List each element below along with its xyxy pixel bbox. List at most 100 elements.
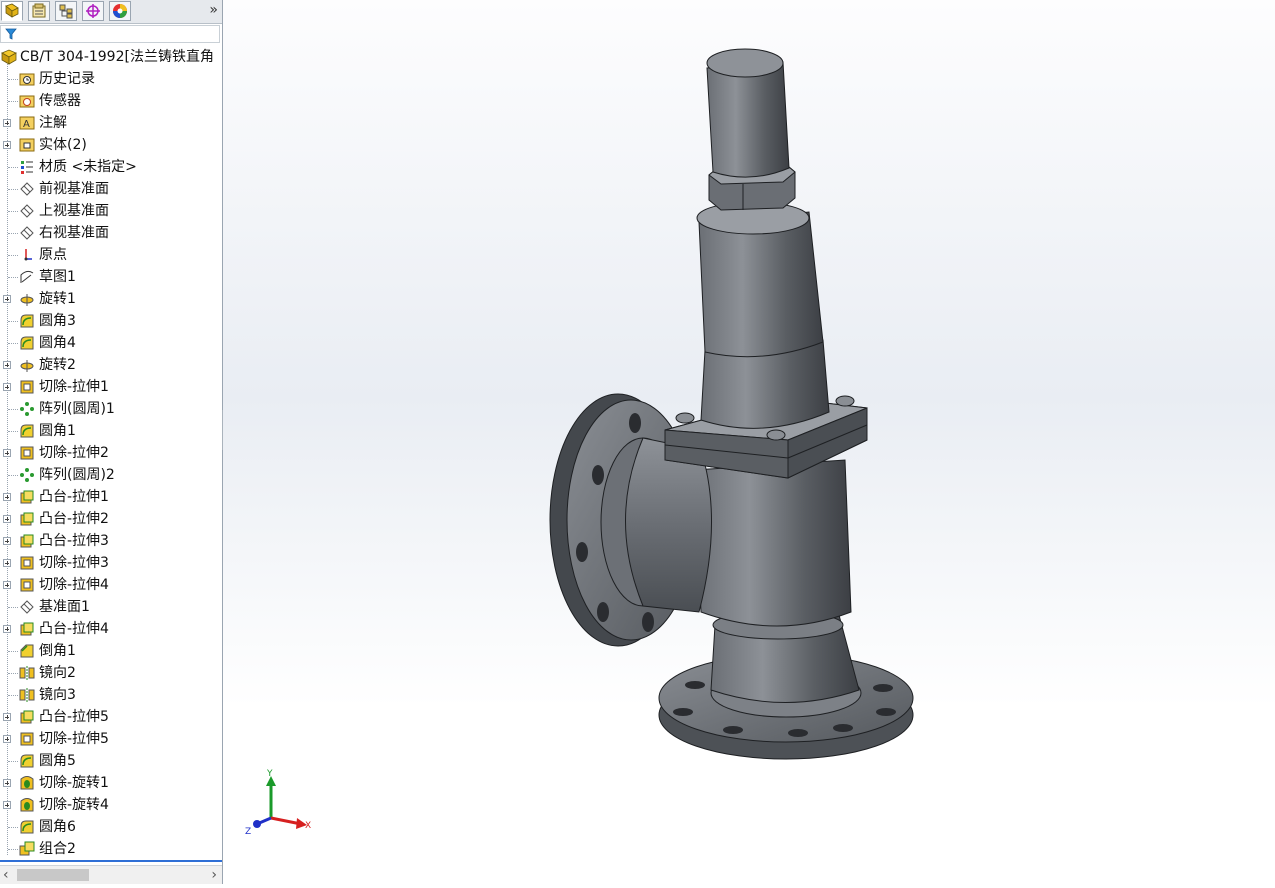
tree-item[interactable]: 镜向3 bbox=[0, 684, 222, 706]
tree-item[interactable]: 实体(2) bbox=[0, 134, 222, 156]
graphics-viewport[interactable]: Y X Z bbox=[223, 0, 1275, 884]
tree-item[interactable]: 圆角6 bbox=[0, 816, 222, 838]
feature-manager-panel: » CB/T 304-1992[法兰铸铁直角 历史记录 传感器 A 注解实体(2) 材质… bbox=[0, 0, 223, 884]
tab-configuration-manager[interactable] bbox=[55, 1, 77, 21]
expand-toggle-icon[interactable] bbox=[3, 295, 11, 303]
tree-item[interactable]: 倒角1 bbox=[0, 640, 222, 662]
tree-item-label: 原点 bbox=[39, 247, 67, 263]
expand-toggle-icon[interactable] bbox=[3, 449, 11, 457]
tree-connector bbox=[8, 233, 18, 234]
tree-item[interactable]: 旋转2 bbox=[0, 354, 222, 376]
tree-item[interactable]: 切除-拉伸4 bbox=[0, 574, 222, 596]
history-folder-icon bbox=[19, 73, 35, 86]
tree-item-label: 圆角1 bbox=[39, 423, 76, 439]
tree-item[interactable]: 上视基准面 bbox=[0, 200, 222, 222]
boss-extrude-icon bbox=[20, 534, 34, 548]
tree-item[interactable]: 切除-拉伸5 bbox=[0, 728, 222, 750]
tree-item[interactable]: 凸台-拉伸4 bbox=[0, 618, 222, 640]
expand-toggle-icon[interactable] bbox=[3, 559, 11, 567]
tree-item-label: 组合2 bbox=[39, 841, 76, 857]
tree-item[interactable]: 基准面1 bbox=[0, 596, 222, 618]
tree-item[interactable]: 旋转1 bbox=[0, 288, 222, 310]
tree-item-label: 切除-拉伸2 bbox=[39, 445, 109, 461]
expand-toggle-icon[interactable] bbox=[3, 141, 11, 149]
tree-connector bbox=[8, 321, 18, 322]
tab-display-manager[interactable] bbox=[109, 1, 131, 21]
configuration-manager-icon bbox=[59, 4, 73, 19]
tree-item[interactable]: 材质 <未指定> bbox=[0, 156, 222, 178]
tree-item[interactable]: 前视基准面 bbox=[0, 178, 222, 200]
display-manager-icon bbox=[113, 4, 127, 18]
tree-item[interactable]: 凸台-拉伸1 bbox=[0, 486, 222, 508]
scroll-left-icon[interactable]: ‹ bbox=[3, 866, 9, 884]
svg-text:A: A bbox=[23, 119, 30, 130]
tree-item[interactable]: A 注解 bbox=[0, 112, 222, 134]
tree-item[interactable]: 凸台-拉伸3 bbox=[0, 530, 222, 552]
tree-item-label: 凸台-拉伸5 bbox=[39, 709, 109, 725]
cut-extrude-icon bbox=[20, 380, 34, 394]
expand-toggle-icon[interactable] bbox=[3, 581, 11, 589]
filter-icon bbox=[5, 28, 17, 40]
expand-toggle-icon[interactable] bbox=[3, 493, 11, 501]
root-part-label: CB/T 304-1992[法兰铸铁直角 bbox=[20, 49, 214, 65]
feature-tree: CB/T 304-1992[法兰铸铁直角 历史记录 传感器 A 注解实体(2) 材质 <… bbox=[0, 45, 222, 861]
mirror-icon bbox=[19, 688, 35, 702]
tree-item-label: 实体(2) bbox=[39, 137, 87, 153]
tree-item[interactable]: 历史记录 bbox=[0, 68, 222, 90]
tree-item[interactable]: 阵列(圆周)1 bbox=[0, 398, 222, 420]
sketch-icon bbox=[20, 270, 34, 283]
scroll-right-icon[interactable]: › bbox=[211, 866, 217, 884]
expand-toggle-icon[interactable] bbox=[3, 713, 11, 721]
tab-feature-tree[interactable] bbox=[1, 1, 23, 21]
tab-dimxpert[interactable] bbox=[82, 1, 104, 21]
tree-item[interactable]: 切除-拉伸2 bbox=[0, 442, 222, 464]
expand-toggle-icon[interactable] bbox=[3, 119, 11, 127]
tree-item[interactable]: 传感器 bbox=[0, 90, 222, 112]
tree-item[interactable]: 圆角4 bbox=[0, 332, 222, 354]
expand-toggle-icon[interactable] bbox=[3, 515, 11, 523]
expand-toggle-icon[interactable] bbox=[3, 383, 11, 391]
tree-item[interactable]: 切除-旋转4 bbox=[0, 794, 222, 816]
cut-extrude-icon bbox=[20, 446, 34, 460]
expand-toggle-icon[interactable] bbox=[3, 537, 11, 545]
tree-item[interactable]: 切除-拉伸3 bbox=[0, 552, 222, 574]
tree-item[interactable]: 圆角3 bbox=[0, 310, 222, 332]
mirror-icon bbox=[19, 666, 35, 680]
tree-item[interactable]: 切除-拉伸1 bbox=[0, 376, 222, 398]
triad-z-label: Z bbox=[245, 827, 251, 837]
expand-toggle-icon[interactable] bbox=[3, 779, 11, 787]
feature-filter-input[interactable] bbox=[0, 25, 220, 43]
tree-connector bbox=[8, 849, 18, 850]
scrollbar-thumb[interactable] bbox=[17, 869, 89, 881]
tree-item[interactable]: 圆角1 bbox=[0, 420, 222, 442]
tree-item[interactable]: 凸台-拉伸2 bbox=[0, 508, 222, 530]
tree-item[interactable]: 右视基准面 bbox=[0, 222, 222, 244]
boss-extrude-icon bbox=[20, 622, 34, 636]
property-manager-icon bbox=[32, 3, 46, 18]
tree-item-label: 前视基准面 bbox=[39, 181, 109, 197]
tree-item[interactable]: 凸台-拉伸5 bbox=[0, 706, 222, 728]
tree-item[interactable]: 阵列(圆周)2 bbox=[0, 464, 222, 486]
tree-root-part[interactable]: CB/T 304-1992[法兰铸铁直角 bbox=[0, 46, 222, 68]
annotation-folder-icon: A bbox=[19, 116, 35, 130]
tree-item[interactable]: 切除-旋转1 bbox=[0, 772, 222, 794]
tree-horizontal-scrollbar[interactable]: ‹ › bbox=[0, 865, 222, 884]
tree-connector bbox=[8, 827, 18, 828]
valve-model[interactable] bbox=[223, 0, 1275, 884]
tree-item[interactable]: 镜向2 bbox=[0, 662, 222, 684]
tree-item[interactable]: 原点 bbox=[0, 244, 222, 266]
tree-connector bbox=[8, 409, 18, 410]
expand-toggle-icon[interactable] bbox=[3, 735, 11, 743]
expand-toggle-icon[interactable] bbox=[3, 625, 11, 633]
expand-toggle-icon[interactable] bbox=[3, 801, 11, 809]
tab-property-manager[interactable] bbox=[28, 1, 50, 21]
tree-item-label: 阵列(圆周)2 bbox=[39, 467, 115, 483]
tree-item[interactable]: 圆角5 bbox=[0, 750, 222, 772]
tree-item[interactable]: 组合2 bbox=[0, 838, 222, 860]
expand-toggle-icon[interactable] bbox=[3, 361, 11, 369]
tree-connector bbox=[8, 607, 18, 608]
tree-item-label: 草图1 bbox=[39, 269, 76, 285]
more-tabs-button[interactable]: » bbox=[209, 2, 218, 18]
combine-icon bbox=[19, 841, 35, 856]
tree-item[interactable]: 草图1 bbox=[0, 266, 222, 288]
